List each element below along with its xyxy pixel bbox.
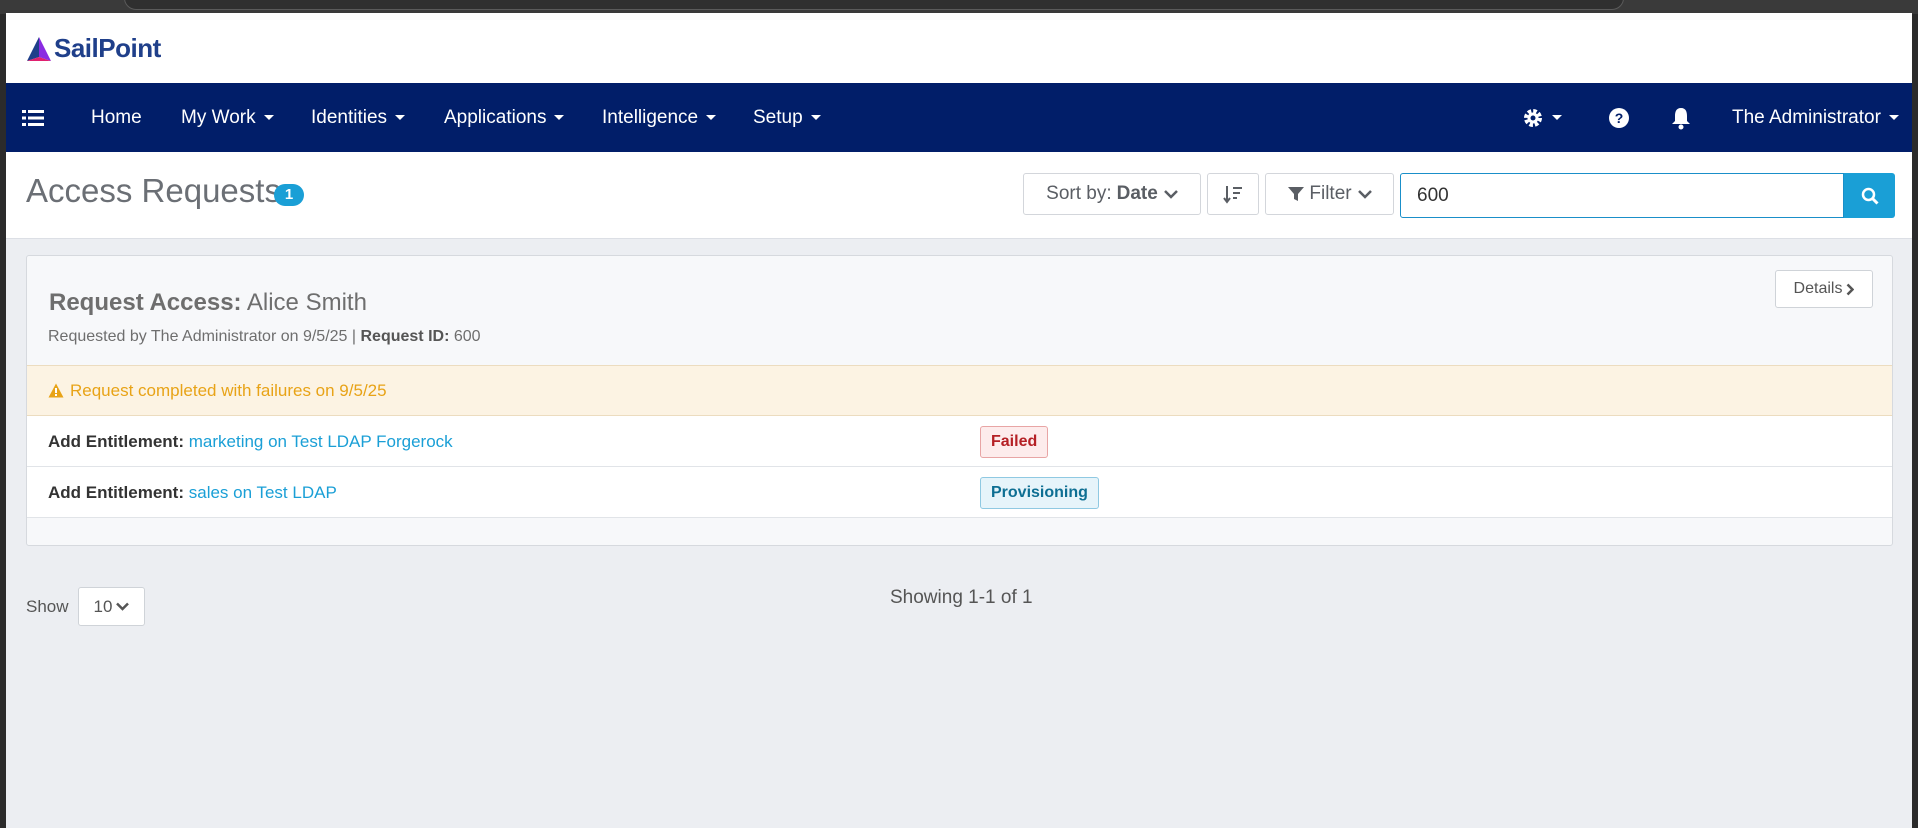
chevron-down-icon xyxy=(116,602,130,611)
request-title: Request Access: Alice Smith xyxy=(49,289,367,317)
browser-address-bar[interactable] xyxy=(124,0,1624,10)
nav-home[interactable]: Home xyxy=(91,83,142,152)
chevron-down-icon xyxy=(1357,190,1372,199)
sort-prefix-label: Sort by: xyxy=(1046,183,1112,204)
gear-icon[interactable] xyxy=(1522,83,1562,152)
request-item-label: Add Entitlement: sales on Test LDAP xyxy=(48,467,337,518)
status-badge-failed: Failed xyxy=(980,426,1049,458)
chevron-down-icon xyxy=(1163,190,1178,199)
search-icon xyxy=(1861,187,1879,205)
main-nav: Home My Work Identities Applications Int… xyxy=(6,83,1912,152)
request-item-label: Add Entitlement: marketing on Test LDAP … xyxy=(48,416,453,467)
nav-my-work[interactable]: My Work xyxy=(181,83,274,152)
caret-down-icon xyxy=(554,115,565,121)
sailpoint-logo[interactable]: SailPoint xyxy=(25,33,161,64)
request-title-prefix: Request Access: xyxy=(49,289,242,316)
chevron-right-icon xyxy=(1847,283,1855,295)
warning-text: Request completed with failures on 9/5/2… xyxy=(70,380,387,400)
caret-down-icon xyxy=(706,115,717,121)
filter-button[interactable]: Filter xyxy=(1265,173,1394,215)
sort-amount-down-icon xyxy=(1223,186,1242,204)
svg-text:?: ? xyxy=(1615,110,1624,126)
nav-identities[interactable]: Identities xyxy=(311,83,406,152)
nav-applications[interactable]: Applications xyxy=(444,83,565,152)
details-button[interactable]: Details xyxy=(1775,270,1873,308)
user-menu[interactable]: The Administrator xyxy=(1732,83,1899,152)
request-warning-banner: Request completed with failures on 9/5/2… xyxy=(27,365,1892,416)
request-subtitle: Requested by The Administrator on 9/5/25… xyxy=(48,328,481,346)
caret-down-icon xyxy=(1888,115,1899,121)
brand-name: SailPoint xyxy=(54,33,161,63)
caret-down-icon xyxy=(263,115,274,121)
nav-intelligence[interactable]: Intelligence xyxy=(602,83,717,152)
page-toolbar: Access Requests 1 Sort by: Date Filter xyxy=(6,152,1912,239)
page-size-select[interactable]: 10 xyxy=(78,587,145,626)
bell-icon[interactable] xyxy=(1670,83,1692,152)
request-item-target-link[interactable]: sales on Test LDAP xyxy=(189,483,337,502)
request-card: Request Access: Alice Smith Requested by… xyxy=(26,255,1893,546)
details-label: Details xyxy=(1793,280,1843,297)
help-icon[interactable]: ? xyxy=(1608,83,1630,152)
request-id-label: Request ID: xyxy=(360,328,450,345)
browser-chrome xyxy=(0,0,1918,14)
request-id-value: 600 xyxy=(453,328,481,345)
menu-list-icon[interactable] xyxy=(22,83,44,152)
status-badge-provisioning: Provisioning xyxy=(980,477,1099,509)
request-item-row: Add Entitlement: sales on Test LDAP Prov… xyxy=(27,467,1892,518)
filter-icon xyxy=(1288,187,1305,201)
search-button[interactable] xyxy=(1844,173,1895,218)
request-item-target-link[interactable]: marketing on Test LDAP Forgerock xyxy=(189,432,453,451)
sailpoint-logo-icon xyxy=(27,36,51,61)
request-item-row: Add Entitlement: marketing on Test LDAP … xyxy=(27,416,1892,467)
warning-icon xyxy=(48,383,64,398)
pagination-summary: Showing 1-1 of 1 xyxy=(890,587,1033,608)
show-label: Show xyxy=(26,597,69,616)
sort-direction-button[interactable] xyxy=(1207,173,1259,215)
caret-down-icon xyxy=(395,115,406,121)
page-title: Access Requests xyxy=(26,172,281,209)
nav-setup[interactable]: Setup xyxy=(753,83,821,152)
caret-down-icon xyxy=(810,115,821,121)
search-input[interactable] xyxy=(1400,173,1844,218)
request-title-name: Alice Smith xyxy=(246,289,367,316)
app-window: SailPoint Home My Work Identities Applic… xyxy=(6,13,1912,828)
page-size-value: 10 xyxy=(93,596,113,616)
caret-down-icon xyxy=(1552,115,1562,120)
count-badge: 1 xyxy=(274,184,304,206)
sort-dropdown-button[interactable]: Sort by: Date xyxy=(1023,173,1201,215)
request-item-action: Add Entitlement: xyxy=(48,483,184,502)
requested-by-text: Requested by The Administrator on 9/5/25… xyxy=(48,328,357,345)
filter-label: Filter xyxy=(1309,183,1352,204)
app-header: SailPoint xyxy=(6,13,1912,83)
request-item-action: Add Entitlement: xyxy=(48,432,184,451)
sort-value-label: Date xyxy=(1116,183,1158,204)
